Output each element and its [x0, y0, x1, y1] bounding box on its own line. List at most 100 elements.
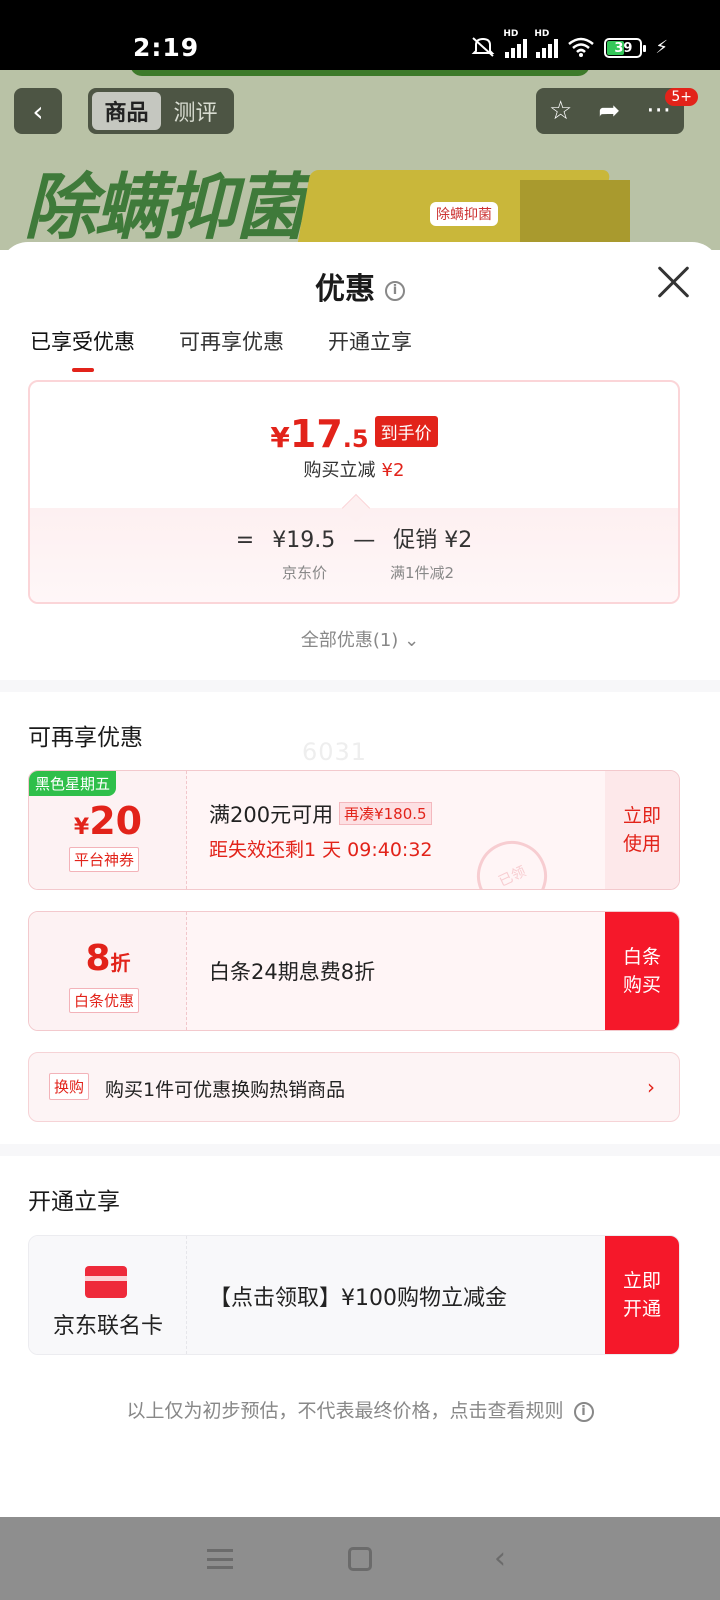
menu-icon — [207, 1548, 233, 1569]
use-now-line1: 立即 — [622, 805, 661, 827]
tab-more[interactable]: 可再享优惠 — [179, 326, 284, 372]
coupon-mid: 白条24期息费8折 — [187, 912, 605, 1030]
promo-label: 促销 — [393, 528, 438, 553]
top-actions: ☆ ➦ ··· — [536, 88, 684, 134]
star-icon[interactable]: ☆ — [549, 96, 572, 126]
mute-icon — [471, 37, 495, 57]
promo-value: ¥2 — [444, 528, 473, 553]
tab-enjoyed[interactable]: 已享受优惠 — [30, 326, 135, 372]
baitiao-buy-button[interactable]: 白条 购买 — [605, 912, 679, 1030]
charging-icon: ⚡ — [655, 37, 668, 58]
use-now-line2: 使用 — [622, 833, 661, 855]
wifi-icon — [568, 37, 595, 57]
hd-label: HD — [503, 29, 519, 39]
menu-button[interactable] — [200, 1539, 240, 1579]
jd-price-caption: 京东价 — [282, 564, 328, 582]
black-friday-badge: 黑色星期五 — [29, 771, 117, 796]
tab-product[interactable]: 商品 — [92, 92, 161, 130]
signal-icon-2: HD — [534, 29, 559, 58]
jd-price: ¥19.5 — [272, 528, 336, 553]
system-nav-bar: ‹ — [0, 1517, 720, 1600]
status-time: 2:19 — [133, 33, 200, 62]
info-icon[interactable]: i — [385, 280, 405, 301]
coupon-amount-value: 20 — [89, 799, 143, 843]
equals-sign: = — [235, 528, 255, 553]
coupon-type: 平台神券 — [69, 847, 140, 872]
coupon-condition: 满200元可用 再凑¥180.5 — [209, 799, 432, 829]
price-currency: ¥ — [270, 421, 290, 454]
battery-icon: 39 — [604, 38, 647, 58]
baitiao-desc: 白条24期息费8折 — [209, 960, 376, 984]
coupon-platform: 黑色星期五 ¥20 平台神券 满200元可用 再凑¥180.5 距失效还剩1 天 … — [28, 770, 680, 890]
coupon-mid: 满200元可用 再凑¥180.5 距失效还剩1 天 09:40:32 已领 — [187, 771, 605, 889]
co-brand-card-offer: 京东联名卡 【点击领取】¥100购物立减金 立即开通 — [28, 1235, 680, 1355]
rules-note-text: 以上仅为初步预估，不代表最终价格，点击查看规则 — [126, 1400, 564, 1422]
final-price: ¥17.5 到手价 — [30, 412, 678, 456]
promo-caption: 满1件减2 — [390, 564, 455, 582]
close-icon[interactable] — [656, 264, 692, 300]
share-icon[interactable]: ➦ — [598, 96, 620, 126]
all-offers-toggle[interactable]: 全部优惠(1) ⌄ — [0, 626, 720, 652]
discount-amount: 8折 — [29, 938, 187, 979]
coupon-currency: ¥ — [73, 815, 90, 840]
signal-icon: HD — [503, 29, 528, 58]
open-now-line2: 开通 — [622, 1298, 661, 1320]
coupon-condition-text: 满200元可用 — [209, 803, 334, 827]
chevron-right-icon: › — [647, 1075, 655, 1099]
header-notch — [130, 70, 590, 76]
all-offers-label: 全部优惠(1) — [300, 630, 399, 651]
rules-note[interactable]: 以上仅为初步预估，不代表最终价格，点击查看规则 i — [0, 1396, 720, 1423]
page-tab-switch: 商品 测评 — [88, 88, 234, 134]
home-button[interactable] — [340, 1539, 380, 1579]
price-formula: = ¥19.5 — 促销 ¥2 — [30, 522, 678, 554]
back-button[interactable]: ‹ — [14, 88, 62, 134]
coupon-expire: 距失效还剩1 天 09:40:32 — [209, 839, 433, 861]
section-divider — [0, 1144, 720, 1156]
discount-sheet: 优惠 i 已享受优惠 可再享优惠 开通立享 ¥17.5 到手价 购买立减 ¥2 = ¥… — [0, 242, 720, 1517]
info-icon: i — [573, 1401, 594, 1422]
banner-title: 除螨抑菌 — [24, 165, 306, 249]
card-desc: 【点击领取】¥100购物立减金 — [209, 1286, 507, 1311]
product-box-label: 除螨抑菌 — [430, 202, 498, 226]
chevron-left-icon: ‹ — [32, 94, 44, 128]
tab-open[interactable]: 开通立享 — [328, 326, 412, 372]
claimed-stamp: 已领 — [465, 829, 559, 889]
back-nav-button[interactable]: ‹ — [480, 1539, 520, 1579]
card-name: 京东联名卡 — [52, 1314, 163, 1339]
open-now-button[interactable]: 立即 开通 — [605, 1236, 679, 1354]
baitiao-buy-line2: 购买 — [622, 974, 661, 996]
card-left: 京东联名卡 — [29, 1236, 187, 1354]
credit-card-icon — [85, 1266, 127, 1298]
product-page-background: 除螨抑菌 除螨抑菌 ‹ 商品 测评 ☆ ➦ ··· 5+ — [0, 70, 720, 250]
coupon-baitiao: 8折 白条优惠 白条24期息费8折 白条购买 — [28, 911, 680, 1031]
exchange-offer-row[interactable]: 换购 购买1件可优惠换购热销商品 › — [28, 1052, 680, 1122]
discount-value: 8 — [85, 938, 111, 979]
section-title-more: 可再享优惠 — [28, 725, 143, 751]
coupon-left: 8折 白条优惠 — [29, 912, 187, 1030]
minus-sign: — — [353, 528, 376, 553]
price-integer: 17 — [289, 412, 343, 456]
use-now-button[interactable]: 立即 使用 — [605, 771, 679, 889]
watermark: 6031 — [302, 738, 368, 766]
card-mid: 【点击领取】¥100购物立减金 — [187, 1236, 605, 1354]
sheet-title: 优惠 i — [0, 264, 720, 308]
reduce-label: 购买立减 — [303, 460, 376, 481]
discount-unit: 折 — [110, 951, 131, 975]
exchange-tag: 换购 — [49, 1073, 90, 1100]
coupon-left: 黑色星期五 ¥20 平台神券 — [29, 771, 187, 889]
home-icon — [348, 1546, 372, 1571]
final-price-tag: 到手价 — [374, 416, 438, 447]
instant-reduction: 购买立减 ¥2 — [30, 456, 678, 482]
coupon-type: 白条优惠 — [69, 988, 140, 1013]
baitiao-buy-line1: 白条 — [622, 946, 661, 968]
sheet-tabs: 已享受优惠 可再享优惠 开通立享 — [30, 326, 412, 372]
status-bar: 2:19 HD HD 39 ⚡ — [0, 0, 720, 70]
section-divider — [0, 680, 720, 692]
product-box-side — [520, 180, 630, 250]
reduce-value: ¥2 — [381, 460, 405, 481]
open-now-line1: 立即 — [622, 1270, 661, 1292]
tab-review[interactable]: 测评 — [161, 92, 230, 130]
section-title-open: 开通立享 — [28, 1189, 120, 1215]
price-card: ¥17.5 到手价 购买立减 ¥2 = ¥19.5 — 促销 ¥2 京东价 满1件减… — [28, 380, 680, 604]
back-icon: ‹ — [494, 1541, 506, 1576]
